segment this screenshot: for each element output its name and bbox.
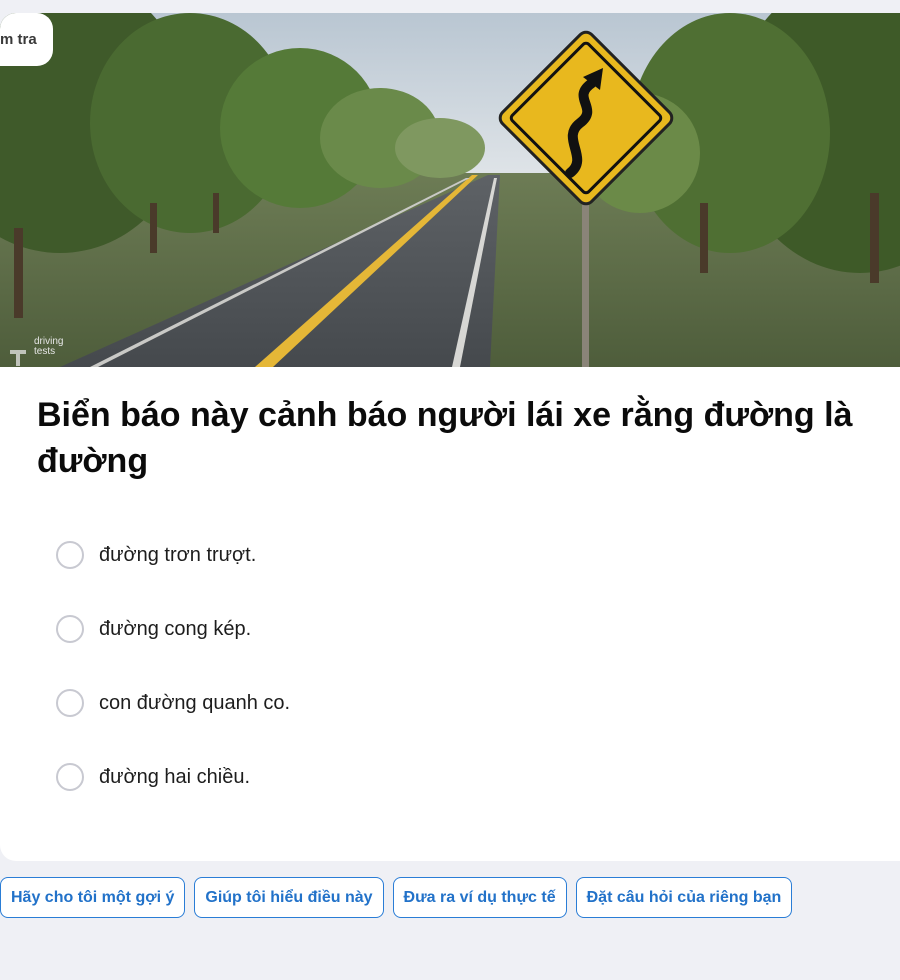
radio-button[interactable] bbox=[56, 763, 84, 791]
answer-option[interactable]: đường trơn trượt. bbox=[56, 540, 756, 570]
answer-option-label: đường cong kép. bbox=[99, 617, 252, 640]
ask-own-question-button[interactable]: Đặt câu hỏi của riêng bạn bbox=[575, 877, 793, 918]
answer-option[interactable]: đường cong kép. bbox=[56, 614, 756, 644]
explain-button[interactable]: Giúp tôi hiểu điều này bbox=[194, 877, 384, 918]
radio-button[interactable] bbox=[56, 541, 84, 569]
hint-button[interactable]: Hãy cho tôi một gợi ý bbox=[0, 877, 186, 918]
answer-option[interactable]: con đường quanh co. bbox=[56, 688, 756, 718]
radio-button[interactable] bbox=[56, 615, 84, 643]
question-image: driving tests bbox=[0, 13, 900, 367]
question-text: Biển báo này cảnh báo người lái xe rằng … bbox=[37, 396, 853, 480]
answer-options: đường trơn trượt. đường cong kép. con đư… bbox=[56, 540, 756, 836]
watermark-logo: driving tests bbox=[34, 336, 64, 357]
answer-option-label: con đường quanh co. bbox=[99, 691, 291, 714]
answer-option[interactable]: đường hai chiều. bbox=[56, 762, 756, 792]
answer-option-label: đường hai chiều. bbox=[99, 765, 251, 788]
check-tab-label: m tra bbox=[0, 31, 37, 48]
answer-option-label: đường trơn trượt. bbox=[99, 543, 257, 566]
help-chip-row: Hãy cho tôi một gợi ý Giúp tôi hiểu điều… bbox=[0, 877, 793, 918]
radio-button[interactable] bbox=[56, 689, 84, 717]
real-example-button[interactable]: Đưa ra ví dụ thực tế bbox=[392, 877, 567, 918]
question-card: driving tests m tra Biển báo này cảnh bá… bbox=[0, 13, 900, 861]
check-tab[interactable]: m tra bbox=[0, 13, 53, 66]
